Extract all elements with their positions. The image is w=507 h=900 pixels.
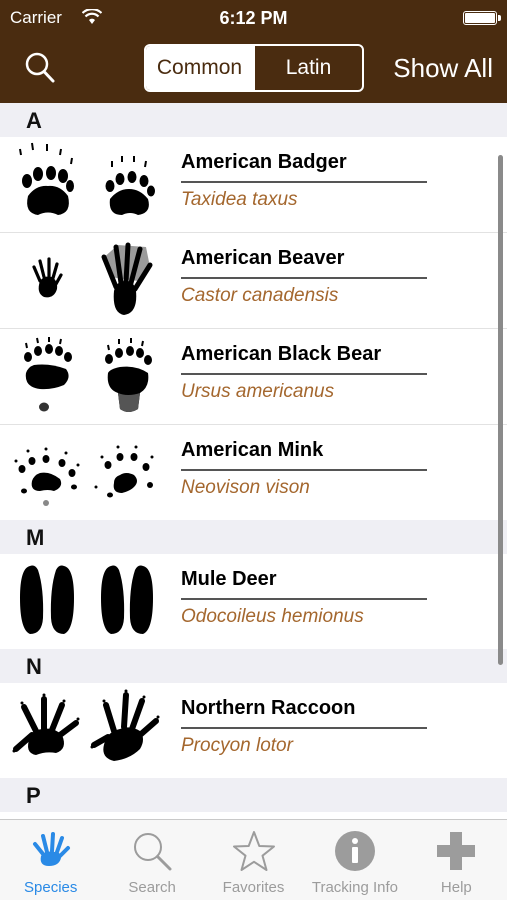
tab-label: Species: [24, 879, 78, 896]
section-header-a: A: [0, 103, 507, 137]
search-button[interactable]: [22, 50, 62, 86]
badger-front-track-icon: [19, 142, 74, 215]
magnifier-icon: [134, 833, 172, 871]
status-bar: Carrier 6:12 PM: [0, 0, 507, 36]
divider-line: [181, 277, 427, 279]
deer-hind-track-icon: [101, 565, 153, 634]
species-latin-name: Procyon lotor: [181, 735, 293, 756]
list-item[interactable]: Mule Deer Odocoileus hemionus: [0, 554, 507, 649]
deer-front-track-icon: [20, 565, 74, 634]
species-common-name: American Beaver: [181, 247, 345, 269]
segment-common[interactable]: Common: [146, 46, 253, 90]
section-header-p: P: [0, 778, 507, 812]
list-item[interactable]: American Badger Taxidea taxus: [0, 137, 507, 233]
list-item[interactable]: American Beaver Castor canadensis: [0, 233, 507, 329]
species-common-name: American Badger: [181, 151, 347, 173]
tab-label: Search: [128, 879, 176, 896]
tab-label: Tracking Info: [311, 879, 398, 896]
scrollbar[interactable]: [498, 155, 503, 665]
show-all-button[interactable]: Show All: [393, 53, 493, 84]
raccoon-front-track-icon: [12, 693, 80, 755]
species-common-name: Northern Raccoon: [181, 697, 356, 719]
divider-line: [181, 598, 427, 600]
tab-help[interactable]: Help: [406, 820, 507, 900]
species-latin-name: Neovison vison: [181, 477, 310, 498]
tab-favorites[interactable]: Favorites: [203, 820, 304, 900]
battery-icon: [463, 11, 501, 25]
tab-bar: Species Search Favorites Tracking Info H…: [0, 819, 507, 900]
bear-hind-track-icon: [105, 338, 152, 412]
divider-line: [181, 373, 427, 375]
species-latin-name: Odocoileus hemionus: [181, 606, 364, 627]
tab-search[interactable]: Search: [101, 820, 202, 900]
divider-line: [181, 181, 427, 183]
list-item[interactable]: American Black Bear Ursus americanus: [0, 329, 507, 425]
bear-front-track-icon: [24, 337, 72, 412]
tab-label: Favorites: [222, 879, 285, 896]
search-icon: [25, 52, 55, 83]
divider-line: [181, 727, 427, 729]
badger-hind-track-icon: [105, 156, 155, 215]
species-common-name: Mule Deer: [181, 568, 277, 590]
species-list: A American Badger Taxidea taxus American…: [0, 103, 507, 820]
beaver-hind-track-icon: [101, 242, 153, 315]
divider-line: [181, 469, 427, 471]
clock: 6:12 PM: [219, 8, 288, 28]
segment-latin[interactable]: Latin: [253, 46, 362, 90]
nav-bar: Common Latin Show All: [0, 36, 507, 103]
species-latin-name: Castor canadensis: [181, 285, 339, 306]
section-header-m: M: [0, 520, 507, 554]
species-latin-name: Ursus americanus: [181, 381, 335, 402]
species-latin-name: Taxidea taxus: [181, 189, 298, 210]
tab-species[interactable]: Species: [0, 820, 101, 900]
raccoon-hind-track-icon: [90, 689, 160, 761]
species-common-name: American Black Bear: [181, 343, 382, 365]
species-common-name: American Mink: [181, 439, 324, 461]
star-icon: [232, 831, 275, 871]
list-item[interactable]: Northern Raccoon Procyon lotor: [0, 683, 507, 778]
list-item[interactable]: American Mink Neovison vison: [0, 425, 507, 520]
plus-icon: [437, 832, 476, 870]
info-icon: [334, 831, 375, 871]
mink-front-track-icon: [14, 447, 80, 506]
name-type-segmented-control: Common Latin: [144, 44, 364, 92]
paw-icon: [32, 832, 70, 866]
tab-label: Help: [440, 879, 472, 896]
tab-tracking-info[interactable]: Tracking Info: [304, 820, 405, 900]
mink-hind-track-icon: [94, 445, 154, 498]
section-header-n: N: [0, 649, 507, 683]
beaver-front-track-icon: [32, 257, 63, 298]
